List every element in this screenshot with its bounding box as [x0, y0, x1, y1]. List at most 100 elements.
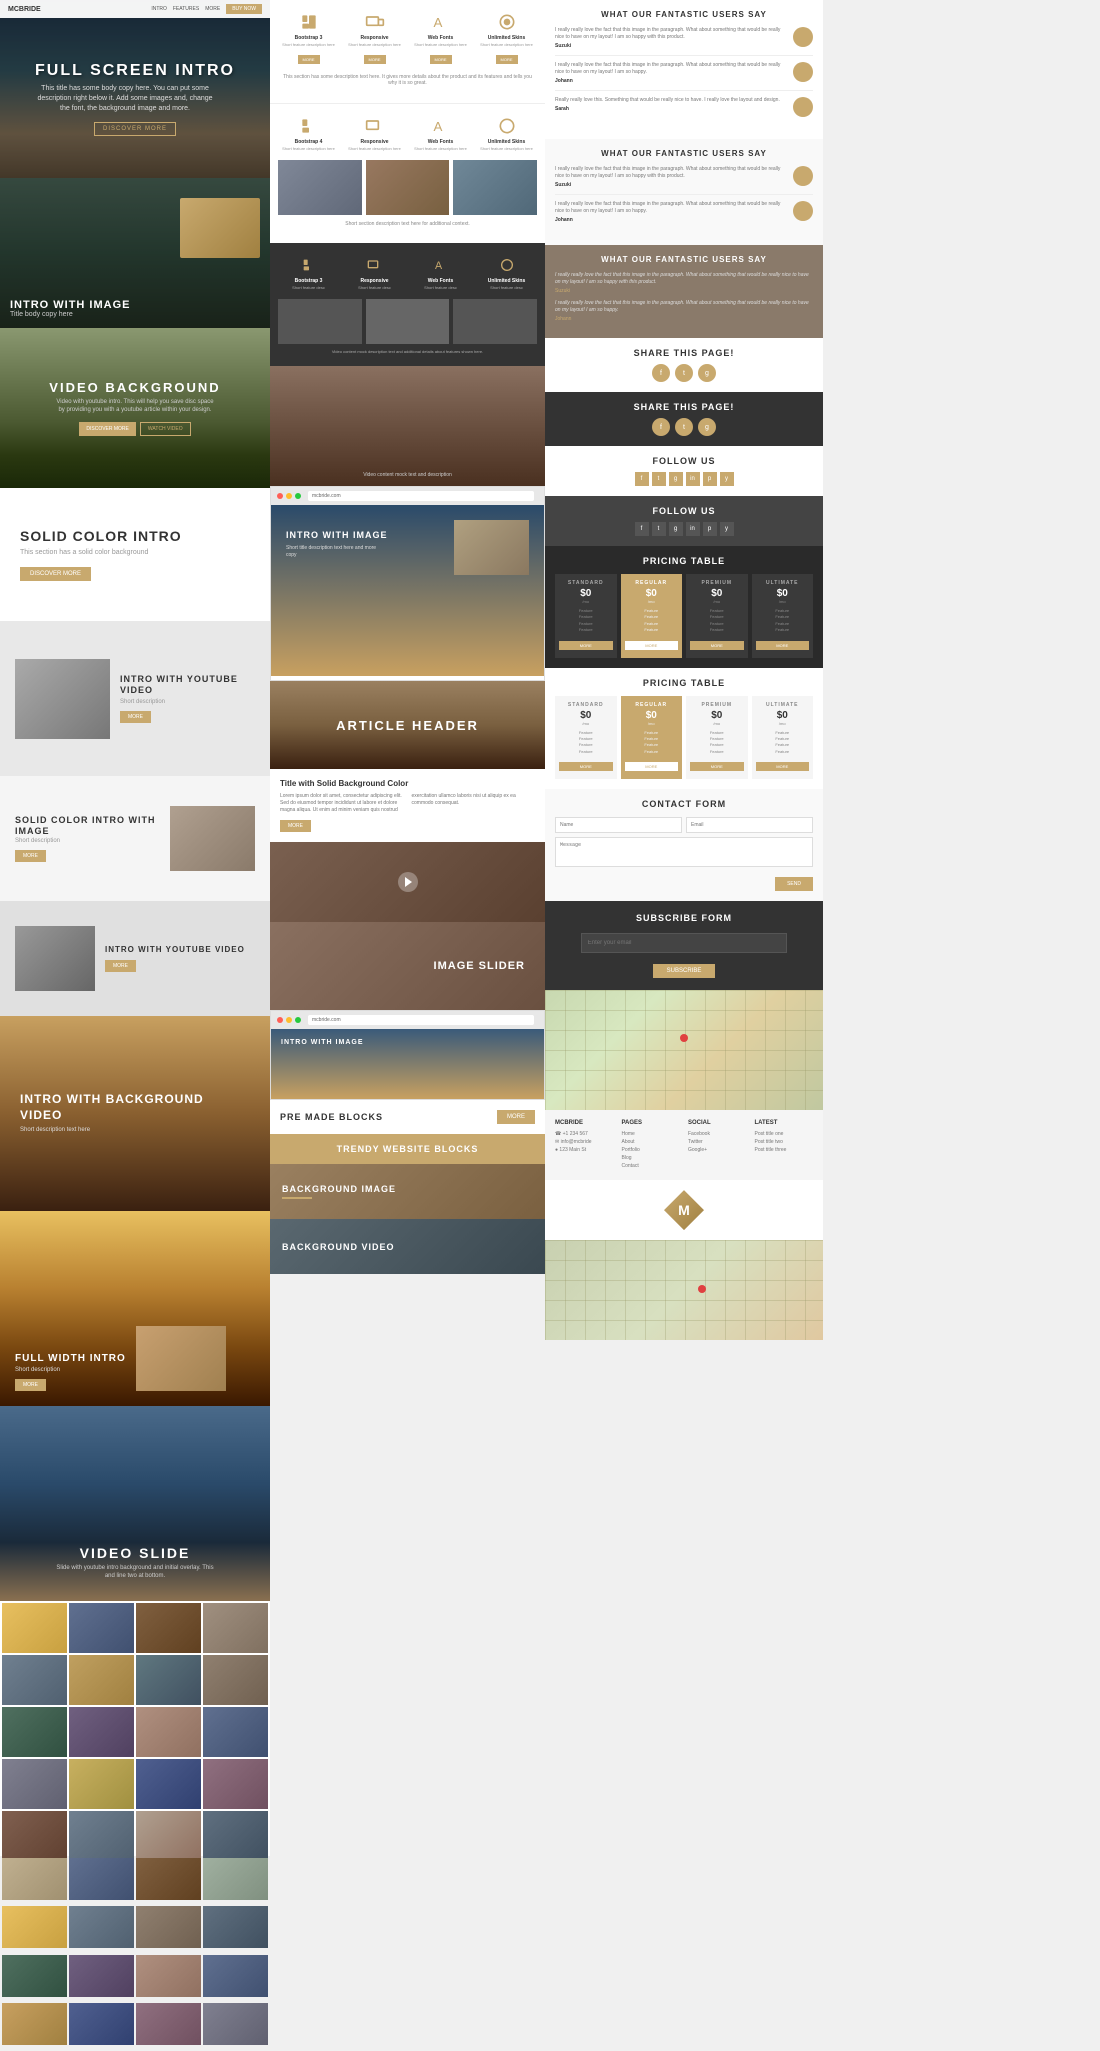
- bootstrap-icon: [295, 12, 323, 32]
- follow-icon-2[interactable]: t: [652, 472, 666, 486]
- nav-link-home[interactable]: INTRO: [151, 6, 167, 12]
- share-dark-tw-icon[interactable]: t: [675, 418, 693, 436]
- browser-url-bar[interactable]: mcbride.com: [308, 491, 534, 501]
- image-slider-label: IMAGE SLIDER: [434, 960, 525, 972]
- pricing-btn-2[interactable]: MORE: [625, 641, 679, 650]
- follow-icon-3[interactable]: g: [669, 472, 683, 486]
- intro-youtube2-text: INTRO WITH YOUTUBE VIDEO MORE: [105, 945, 255, 973]
- pricing-light-btn-4[interactable]: MORE: [756, 762, 810, 771]
- pricing-card-2: REGULAR $0 /mo FeatureFeatureFeatureFeat…: [621, 574, 683, 658]
- contact-send-btn[interactable]: SEND: [775, 877, 813, 891]
- section-follow-dark: FOLLOW US f t g in p y: [545, 496, 823, 546]
- solid-youtube-btn[interactable]: MORE: [120, 711, 151, 723]
- pricing-light-btn-2[interactable]: MORE: [625, 762, 679, 771]
- feature-thumb-3: [453, 160, 537, 215]
- footer-link-about[interactable]: About: [622, 1138, 681, 1146]
- follow-dark-icon-3[interactable]: g: [669, 522, 683, 536]
- video-bg-watch-btn[interactable]: WATCH VIDEO: [140, 422, 191, 436]
- share-fb-icon[interactable]: f: [652, 364, 670, 382]
- follow-dark-icon-4[interactable]: in: [686, 522, 700, 536]
- pricing-light-btn-1[interactable]: MORE: [559, 762, 613, 771]
- grid-cell-10: [69, 1707, 134, 1757]
- follow-dark-icon-2[interactable]: t: [652, 522, 666, 536]
- dark-webfonts-desc: Short feature desc: [410, 286, 471, 291]
- testimonial-2-1-avatar: [793, 166, 813, 186]
- footer-link-contact[interactable]: Contact: [622, 1162, 681, 1170]
- intro-youtube2-btn[interactable]: MORE: [105, 960, 136, 972]
- subscribe-email-input[interactable]: [581, 933, 787, 953]
- dark-feature-responsive: Responsive Short feature desc: [344, 255, 405, 291]
- contact-email-input[interactable]: [686, 817, 813, 833]
- feature-skins-btn[interactable]: MORE: [496, 55, 518, 64]
- subscribe-btn[interactable]: SUBSCRIBE: [653, 964, 716, 978]
- feature-responsive-title: Responsive: [344, 35, 405, 41]
- contact-message-textarea[interactable]: [555, 837, 813, 867]
- nav-link-more[interactable]: MORE: [205, 6, 220, 12]
- section-full-width: FULL WIDTH INTRO Short description MORE: [0, 1211, 270, 1406]
- nav-cta-btn[interactable]: BUY NOW: [226, 4, 262, 14]
- follow-icon-5[interactable]: p: [703, 472, 717, 486]
- browser2-dot-red: [277, 1017, 283, 1023]
- solid-color-btn[interactable]: DISCOVER MORE: [20, 567, 91, 581]
- section-bg-video-block: BACKGROUND VIDEO: [270, 1219, 545, 1274]
- testimonial-2-1-author: Suzuki: [555, 182, 787, 188]
- follow-dark-icon-1[interactable]: f: [635, 522, 649, 536]
- footer-social-fb[interactable]: Facebook: [688, 1130, 747, 1138]
- follow-icon-1[interactable]: f: [635, 472, 649, 486]
- section-article-video: [270, 842, 545, 922]
- full-width-btn[interactable]: MORE: [15, 1379, 46, 1391]
- trendy-label: TRENDY WEBSITE BLOCKS: [337, 1144, 479, 1154]
- map-background: [545, 990, 823, 1110]
- feature-webfonts-btn[interactable]: MORE: [430, 55, 452, 64]
- article-more-btn[interactable]: MORE: [280, 820, 311, 832]
- intro-image-sub: Title body copy here: [10, 311, 131, 318]
- article-header-title: ARTICLE HEADER: [336, 718, 479, 733]
- footer-link-portfolio[interactable]: Portfolio: [622, 1146, 681, 1154]
- video-bg-discover-btn[interactable]: DISCOVER MORE: [79, 422, 136, 436]
- share-gp-icon[interactable]: g: [698, 364, 716, 382]
- feature-responsive-btn[interactable]: MORE: [364, 55, 386, 64]
- footer-link-blog[interactable]: Blog: [622, 1154, 681, 1162]
- small-grid-3: [136, 1858, 201, 1900]
- intro-image-text: INTRO WITH IMAGE Title body copy here: [0, 289, 141, 328]
- footer-link-home[interactable]: Home: [622, 1130, 681, 1138]
- solid-color-image-btn[interactable]: MORE: [15, 850, 46, 862]
- play-btn[interactable]: [398, 872, 418, 892]
- full-screen-cta-btn[interactable]: DISCOVER MORE: [94, 122, 176, 136]
- footer-social-tw[interactable]: Twitter: [688, 1138, 747, 1146]
- pricing-features-2: FeatureFeatureFeatureFeature: [625, 608, 679, 634]
- share-dark-gp-icon[interactable]: g: [698, 418, 716, 436]
- section-intro-youtube2: INTRO WITH YOUTUBE VIDEO MORE: [0, 901, 270, 1016]
- section-browser-mockup: mcbride.com INTRO WITH IMAGE Short title…: [270, 486, 545, 681]
- footer-latest-2: Post title two: [755, 1138, 814, 1146]
- bg-image-text: BACKGROUND IMAGE: [282, 1184, 396, 1199]
- footer-social-gp[interactable]: Google+: [688, 1146, 747, 1154]
- nav-link-features[interactable]: FEATURES: [173, 6, 199, 12]
- browser2-url-bar[interactable]: mcbride.com: [308, 1015, 534, 1025]
- contact-name-input[interactable]: [555, 817, 682, 833]
- full-width-label: FULL WIDTH INTRO: [15, 1353, 126, 1364]
- follow-icon-4[interactable]: in: [686, 472, 700, 486]
- share-tw-icon[interactable]: t: [675, 364, 693, 382]
- full-width-text: FULL WIDTH INTRO Short description MORE: [15, 1353, 126, 1391]
- pre-made-btn[interactable]: MORE: [497, 1110, 535, 1124]
- feature2-bootstrap: Bootstrap 4 Short feature description he…: [278, 116, 339, 152]
- pricing-light-btn-3[interactable]: MORE: [690, 762, 744, 771]
- pricing-btn-3[interactable]: MORE: [690, 641, 744, 650]
- pricing-features-1: FeatureFeatureFeatureFeature: [559, 608, 613, 634]
- feature-bootstrap-btn[interactable]: MORE: [298, 55, 320, 64]
- follow-dark-icon-6[interactable]: y: [720, 522, 734, 536]
- pricing-btn-1[interactable]: MORE: [559, 641, 613, 650]
- feature-webfonts-desc: Short feature description here: [410, 43, 471, 48]
- small-grid-2: [69, 1858, 134, 1900]
- section-pre-made: PRE MADE BLOCKS MORE: [270, 1100, 545, 1134]
- grid-cell-12: [203, 1707, 268, 1757]
- testimonial-2-avatar: [793, 62, 813, 82]
- section-pricing-dark: PRICING TABLE STANDARD $0 /mo FeatureFea…: [545, 546, 823, 668]
- follow-dark-icon-5[interactable]: p: [703, 522, 717, 536]
- feature-thumb-2: [366, 160, 450, 215]
- share-dark-fb-icon[interactable]: f: [652, 418, 670, 436]
- small-grid-10: [69, 1955, 134, 1997]
- follow-icon-6[interactable]: y: [720, 472, 734, 486]
- pricing-btn-4[interactable]: MORE: [756, 641, 810, 650]
